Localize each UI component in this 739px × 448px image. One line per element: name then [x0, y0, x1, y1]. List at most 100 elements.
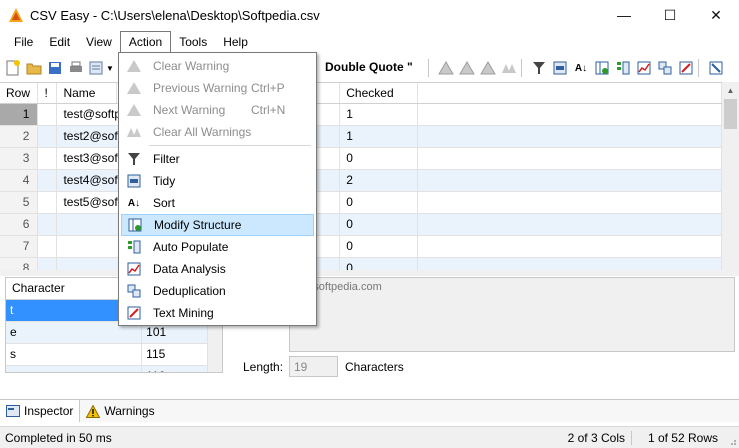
menu-item-tidy[interactable]: Tidy [121, 170, 314, 192]
menu-item-deduplication[interactable]: Deduplication [121, 280, 314, 302]
menu-view[interactable]: View [78, 31, 120, 53]
warnings-clear-icon[interactable] [501, 60, 517, 76]
tab-warnings[interactable]: Warnings [80, 400, 160, 422]
warning-icon [123, 55, 145, 77]
row-number[interactable]: 3 [0, 147, 39, 170]
list-item[interactable]: t116 [6, 365, 208, 372]
char-cell[interactable]: s [6, 343, 143, 366]
tab-inspector-label: Inspector [24, 404, 74, 418]
menu-item-data-analysis[interactable]: Data Analysis [121, 258, 314, 280]
column-header-row[interactable]: Row [0, 83, 39, 104]
menu-item-filter[interactable]: Filter [121, 148, 314, 170]
table-row[interactable]: 7 0 [0, 235, 722, 258]
text-mining-icon [123, 302, 145, 324]
window-title: CSV Easy - C:\Users\elena\Desktop\Softpe… [30, 7, 320, 23]
tab-warnings-label: Warnings [104, 404, 155, 418]
menu-item-clear-all-warnings[interactable]: Clear All Warnings [121, 121, 314, 143]
code-cell[interactable]: 116 [141, 365, 208, 372]
menu-item-clear-warning[interactable]: Clear Warning [121, 55, 314, 77]
auto-populate-icon[interactable] [615, 60, 631, 76]
checked-cell[interactable]: 0 [339, 235, 419, 258]
checked-cell[interactable]: 0 [339, 147, 419, 170]
warning-next-icon[interactable] [480, 60, 496, 76]
text-mining-icon[interactable] [678, 60, 694, 76]
new-file-icon[interactable] [5, 60, 21, 76]
close-icon: ✕ [710, 6, 722, 23]
minimize-icon: — [617, 7, 631, 23]
row-number[interactable]: 1 [0, 103, 39, 126]
checked-cell[interactable]: 1 [339, 103, 419, 126]
menu-file[interactable]: File [6, 31, 41, 53]
checked-cell[interactable]: 2 [339, 169, 419, 192]
row-number[interactable]: 6 [0, 213, 39, 236]
row-number[interactable]: 5 [0, 191, 39, 214]
chevron-down-icon[interactable]: ▼ [106, 64, 114, 73]
filter-icon[interactable] [531, 60, 547, 76]
deduplication-icon[interactable] [657, 60, 673, 76]
menu-item-auto-populate[interactable]: Auto Populate [121, 236, 314, 258]
auto-populate-icon [123, 236, 145, 258]
menu-item-text-mining[interactable]: Text Mining [121, 302, 314, 324]
open-folder-icon[interactable] [26, 60, 42, 76]
list-item[interactable]: s 115 [6, 343, 208, 366]
maximize-button[interactable]: ☐ [647, 0, 693, 30]
data-grid[interactable]: Row ! Name Checked 1 test@softpe 1 2 tes… [0, 82, 722, 270]
menu-edit[interactable]: Edit [41, 31, 78, 53]
print-icon[interactable] [68, 60, 84, 76]
column-header-checked[interactable]: Checked [339, 83, 419, 104]
menu-item-sort[interactable]: A↓ Sort [121, 192, 314, 214]
code-cell[interactable]: 115 [141, 343, 208, 366]
menu-tools[interactable]: Tools [171, 31, 215, 53]
data-analysis-icon[interactable] [636, 60, 652, 76]
panel-splitter[interactable] [0, 270, 739, 276]
cell-preview[interactable]: 1@softpedia.com [289, 277, 735, 352]
row-number[interactable]: 2 [0, 125, 39, 148]
warning-prev-icon[interactable] [459, 60, 475, 76]
table-row[interactable]: 6 0 [0, 213, 722, 236]
row-number[interactable]: 8 [0, 257, 39, 270]
modify-structure-icon[interactable] [594, 60, 610, 76]
minimize-button[interactable]: — [601, 0, 647, 30]
sort-icon[interactable]: A↓ [573, 60, 589, 76]
row-number[interactable]: 4 [0, 169, 39, 192]
menu-item-modify-structure[interactable]: Modify Structure [121, 214, 314, 236]
scroll-thumb[interactable] [724, 99, 737, 129]
tidy-icon[interactable] [552, 60, 568, 76]
title-bar: CSV Easy - C:\Users\elena\Desktop\Softpe… [0, 0, 739, 30]
menu-help[interactable]: Help [215, 31, 256, 53]
checked-cell[interactable]: 0 [339, 191, 419, 214]
length-label: Length: [243, 360, 284, 374]
tab-inspector[interactable]: Inspector [0, 400, 81, 422]
table-row[interactable]: 1 test@softpe 1 [0, 103, 722, 126]
settings-icon[interactable] [708, 60, 724, 76]
char-cell[interactable]: t [6, 365, 143, 372]
checked-cell[interactable]: 0 [339, 257, 419, 270]
view-options-icon[interactable] [89, 60, 105, 76]
scroll-up-icon[interactable]: ▲ [722, 82, 739, 99]
table-row[interactable]: 2 test2@softp 1 [0, 125, 722, 148]
quote-char-selector[interactable]: Double Quote " [325, 60, 413, 74]
column-header-name[interactable]: Name [56, 83, 118, 104]
data-analysis-icon [123, 258, 145, 280]
menu-action[interactable]: Action [119, 30, 172, 54]
menu-bar: File Edit View Action Tools Help [0, 30, 739, 54]
close-button[interactable]: ✕ [693, 0, 739, 30]
row-number[interactable]: 7 [0, 235, 39, 258]
menu-item-previous-warning[interactable]: Previous Warning Ctrl+P [121, 77, 314, 99]
column-header-warning[interactable]: ! [37, 83, 58, 104]
table-row[interactable]: 4 test4@softp 2 [0, 169, 722, 192]
grid-scrollbar[interactable]: ▲ [722, 82, 739, 270]
deduplication-icon [123, 280, 145, 302]
menu-item-next-warning[interactable]: Next Warning Ctrl+N [121, 99, 314, 121]
save-icon[interactable] [47, 60, 63, 76]
table-row[interactable]: 8 0 [0, 257, 722, 270]
checked-cell[interactable]: 0 [339, 213, 419, 236]
checked-cell[interactable]: 1 [339, 125, 419, 148]
maximize-icon: ☐ [663, 6, 677, 23]
table-row[interactable]: 3 test3@softp 0 [0, 147, 722, 170]
warning-icon[interactable] [438, 60, 454, 76]
toolbar-actions: A↓ [424, 59, 724, 77]
table-row[interactable]: 5 test5@softp 0 [0, 191, 722, 214]
warnings-clear-icon [123, 121, 145, 143]
resize-grip-icon[interactable] [727, 436, 737, 446]
